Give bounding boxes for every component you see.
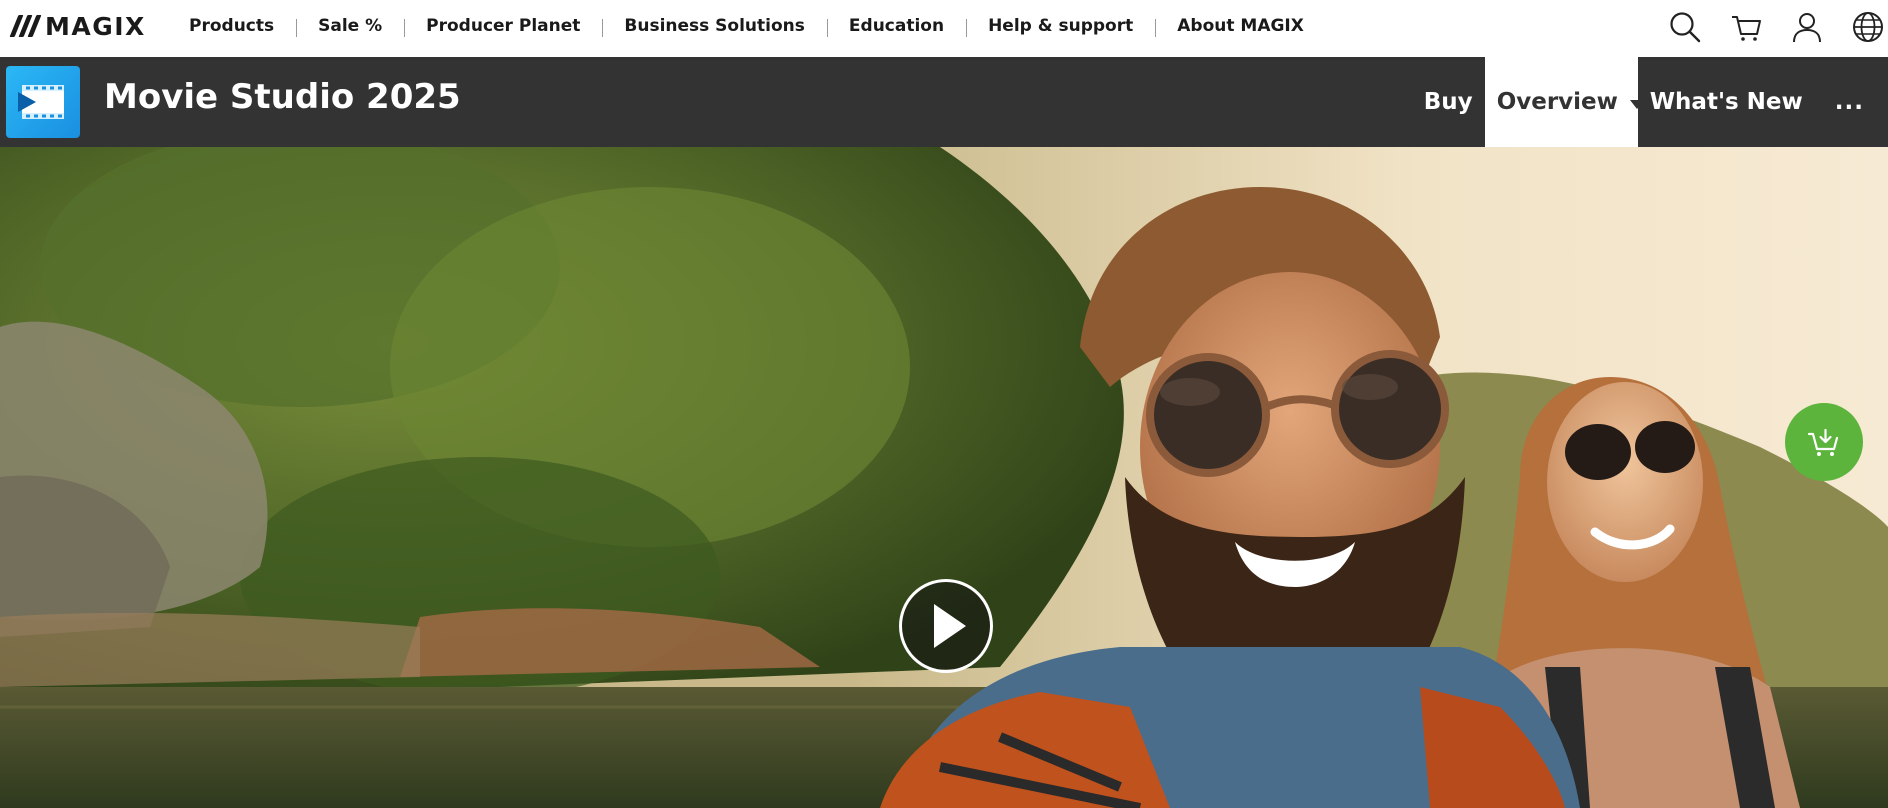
tab-whats-new[interactable]: What's New: [1638, 57, 1815, 147]
product-navigation: Buy Overview What's New ...: [1412, 57, 1888, 147]
movie-studio-app-icon: [6, 66, 80, 138]
search-icon[interactable]: [1668, 10, 1702, 44]
hero-banner: [0, 147, 1888, 808]
nav-sale[interactable]: Sale %: [296, 16, 404, 37]
nav-producer-planet[interactable]: Producer Planet: [404, 16, 602, 37]
utility-icons: [1668, 10, 1888, 44]
cart-icon[interactable]: [1729, 10, 1763, 44]
play-icon: [934, 604, 966, 648]
main-menu: Products Sale % Producer Planet Business…: [172, 0, 1326, 52]
add-to-cart-button[interactable]: [1785, 403, 1863, 481]
nav-help-support[interactable]: Help & support: [966, 16, 1155, 37]
add-to-cart-icon: [1807, 428, 1839, 456]
nav-about-magix[interactable]: About MAGIX: [1155, 16, 1326, 37]
globe-icon[interactable]: [1851, 10, 1885, 44]
tab-buy[interactable]: Buy: [1412, 57, 1485, 147]
tab-overview[interactable]: Overview: [1484, 57, 1644, 147]
logo-wordmark: MAGIX: [45, 11, 146, 41]
logo-mark: [9, 15, 42, 37]
nav-products[interactable]: Products: [172, 16, 296, 36]
play-video-button[interactable]: [899, 579, 993, 673]
top-navigation: MAGIX Products Sale % Producer Planet Bu…: [0, 0, 1888, 57]
nav-business-solutions[interactable]: Business Solutions: [602, 16, 827, 37]
magix-logo[interactable]: MAGIX: [9, 11, 146, 41]
product-title: Movie Studio 2025: [104, 77, 461, 117]
nav-education[interactable]: Education: [826, 16, 966, 37]
hero-photo: [0, 147, 1888, 808]
product-bar: Movie Studio 2025 Buy Overview What's Ne…: [0, 57, 1888, 147]
user-icon[interactable]: [1790, 10, 1824, 44]
tab-overview-label: Overview: [1496, 89, 1618, 115]
more-menu-button[interactable]: ...: [1815, 57, 1888, 147]
